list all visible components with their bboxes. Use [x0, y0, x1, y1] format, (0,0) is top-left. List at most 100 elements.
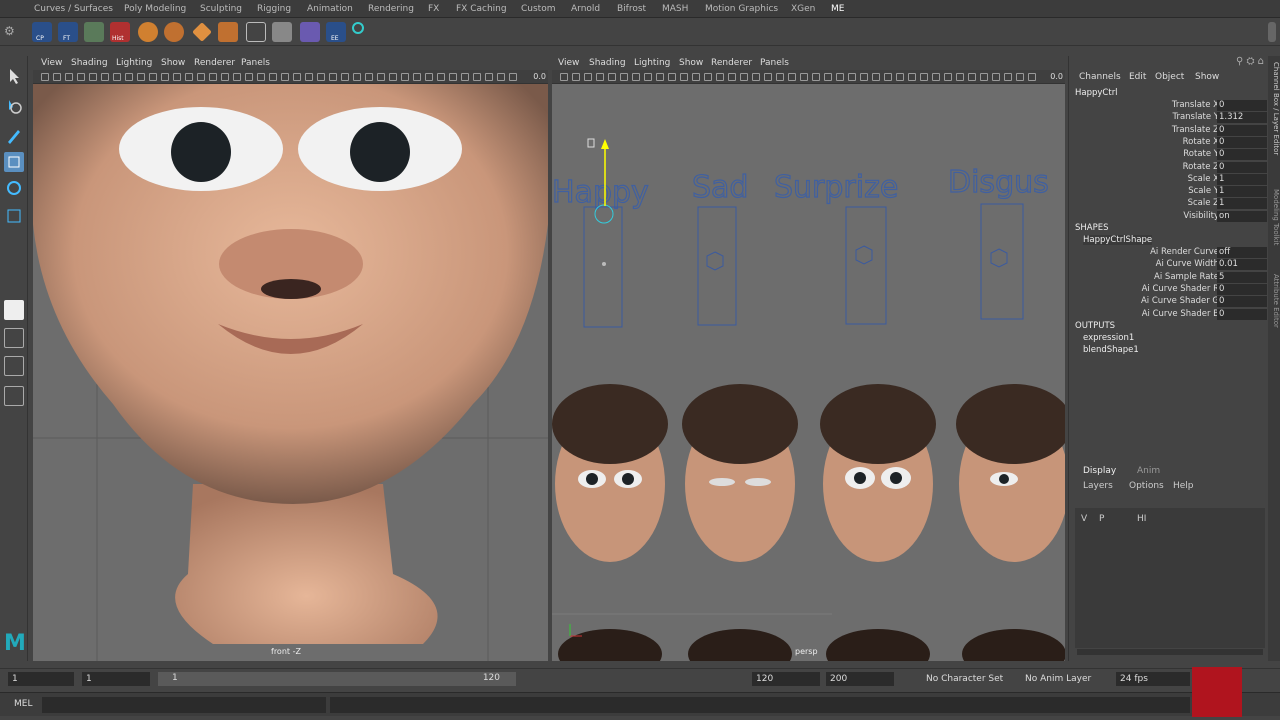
diamond-icon[interactable] — [192, 22, 212, 42]
ee-icon[interactable]: EE — [326, 22, 346, 42]
channel-row[interactable]: Rotate X0 — [1069, 136, 1269, 149]
viewport-tool-icon[interactable] — [221, 73, 229, 81]
layer-playback[interactable]: P — [1099, 514, 1104, 524]
viewport-tool-icon[interactable] — [497, 73, 505, 81]
viewport-tool-icon[interactable] — [185, 73, 193, 81]
viewport-tool-icon[interactable] — [1016, 73, 1024, 81]
viewport-tool-icon[interactable] — [293, 73, 301, 81]
viewport-tool-icon[interactable] — [65, 73, 73, 81]
character-set[interactable]: No Character Set — [926, 674, 1003, 684]
range-slider[interactable]: 1 120 — [158, 672, 516, 686]
shelf-tab-rigging[interactable]: Rigging — [257, 4, 291, 14]
channel-value[interactable]: 0 — [1217, 296, 1267, 308]
viewport-tool-icon[interactable] — [908, 73, 916, 81]
hist-icon[interactable]: Hist — [110, 22, 130, 42]
mel-label[interactable]: MEL — [14, 699, 32, 709]
outliner-icon[interactable] — [4, 386, 24, 406]
viewport-tool-icon[interactable] — [644, 73, 652, 81]
viewport-tool-icon[interactable] — [596, 73, 604, 81]
shelf-tab-xgen[interactable]: XGen — [791, 4, 815, 14]
viewport-tool-icon[interactable] — [173, 73, 181, 81]
move-tool-icon[interactable] — [4, 152, 24, 172]
viewport-tool-icon[interactable] — [149, 73, 157, 81]
channel-row[interactable]: Scale Y1 — [1069, 186, 1269, 198]
menu-view[interactable]: View — [558, 58, 579, 68]
select-tool-icon[interactable] — [4, 66, 24, 86]
viewport-tool-icon[interactable] — [860, 73, 868, 81]
viewport-tool-icon[interactable] — [209, 73, 217, 81]
viewport-tool-icon[interactable] — [401, 73, 409, 81]
viewport-tool-icon[interactable] — [788, 73, 796, 81]
channel-value[interactable]: 1 — [1217, 186, 1267, 198]
shelf-tab-mash[interactable]: MASH — [662, 4, 688, 14]
shelf-tab-bifrost[interactable]: Bifrost — [617, 4, 646, 14]
channel-value[interactable]: 1 — [1217, 173, 1267, 185]
viewport-tool-icon[interactable] — [509, 73, 517, 81]
layer-name[interactable]: HI — [1137, 514, 1146, 524]
viewport-tool-icon[interactable] — [872, 73, 880, 81]
viewport-tool-icon[interactable] — [365, 73, 373, 81]
channel-row[interactable]: Ai Curve Shader B0 — [1069, 308, 1269, 321]
shelf-tab-curves-surfaces[interactable]: Curves / Surfaces — [34, 4, 113, 14]
channel-row[interactable]: Scale X1 — [1069, 173, 1269, 186]
viewport-tool-icon[interactable] — [461, 73, 469, 81]
viewport-tool-icon[interactable] — [620, 73, 628, 81]
viewport-tool-icon[interactable] — [473, 73, 481, 81]
viewport-tool-icon[interactable] — [632, 73, 640, 81]
menu-panels[interactable]: Panels — [760, 58, 789, 68]
grid-icon[interactable] — [246, 22, 266, 42]
persp-viewport[interactable]: View Shading Lighting Show Renderer Pane… — [552, 56, 1065, 661]
viewport-tool-icon[interactable] — [329, 73, 337, 81]
viewport-tool-icon[interactable] — [389, 73, 397, 81]
channel-value[interactable]: 0 — [1217, 149, 1267, 161]
viewport-tool-icon[interactable] — [680, 73, 688, 81]
start-frame-field[interactable]: 1 — [8, 672, 74, 686]
viewport-tool-icon[interactable] — [572, 73, 580, 81]
tab-display[interactable]: Display — [1083, 466, 1116, 476]
field-value[interactable]: 0.0 — [1050, 72, 1063, 81]
channel-row[interactable]: Translate Y 1.312 — [1069, 112, 1269, 124]
viewport-tool-icon[interactable] — [668, 73, 676, 81]
locator-icon[interactable] — [218, 22, 238, 42]
viewport-tool-icon[interactable] — [944, 73, 952, 81]
viewport-tool-icon[interactable] — [269, 73, 277, 81]
viewport-tool-icon[interactable] — [896, 73, 904, 81]
channel-value[interactable]: 0.01 — [1217, 259, 1267, 271]
viewport-tool-icon[interactable] — [560, 73, 568, 81]
viewport-tool-icon[interactable] — [692, 73, 700, 81]
field-value[interactable]: 0.0 — [533, 72, 546, 81]
viewport-tool-icon[interactable] — [656, 73, 664, 81]
viewport-tool-icon[interactable] — [197, 73, 205, 81]
viewport-tool-icon[interactable] — [341, 73, 349, 81]
output-blendshape[interactable]: blendShape1 — [1083, 345, 1139, 355]
aim-icon[interactable] — [352, 22, 364, 34]
viewport-tool-icon[interactable] — [137, 73, 145, 81]
viewport-tool-icon[interactable] — [704, 73, 712, 81]
shelf-tab-me[interactable]: ME — [831, 4, 844, 14]
channel-row[interactable]: Rotate Z0 — [1069, 161, 1269, 174]
viewport-tool-icon[interactable] — [848, 73, 856, 81]
viewport-tool-icon[interactable] — [77, 73, 85, 81]
channel-row[interactable]: Ai Curve Shader R0 — [1069, 283, 1269, 296]
layer-visible[interactable]: V — [1081, 514, 1087, 524]
side-tab-channel-box[interactable]: Channel Box / Layer Editor — [1268, 62, 1280, 155]
channel-value[interactable]: 0 — [1217, 161, 1267, 173]
menu-panels[interactable]: Panels — [241, 58, 270, 68]
channel-row[interactable]: Translate X0 — [1069, 100, 1269, 112]
menu-lighting[interactable]: Lighting — [634, 58, 670, 68]
ft-icon[interactable]: FT — [58, 22, 78, 42]
channel-value[interactable]: on — [1217, 210, 1267, 222]
layout-four-icon[interactable] — [4, 328, 24, 348]
current-frame-field[interactable]: 1 — [82, 672, 150, 686]
menu-help[interactable]: Help — [1173, 481, 1194, 491]
viewport-tool-icon[interactable] — [968, 73, 976, 81]
viewport-tool-icon[interactable] — [425, 73, 433, 81]
channel-row[interactable]: Ai Curve Shader G0 — [1069, 296, 1269, 308]
viewport-tool-icon[interactable] — [716, 73, 724, 81]
lattice-icon[interactable] — [300, 22, 320, 42]
viewport-tool-icon[interactable] — [353, 73, 361, 81]
viewport-tool-icon[interactable] — [956, 73, 964, 81]
viewport-tool-icon[interactable] — [257, 73, 265, 81]
channel-value[interactable]: 0 — [1217, 100, 1267, 111]
shelf-tab-animation[interactable]: Animation — [307, 4, 353, 14]
